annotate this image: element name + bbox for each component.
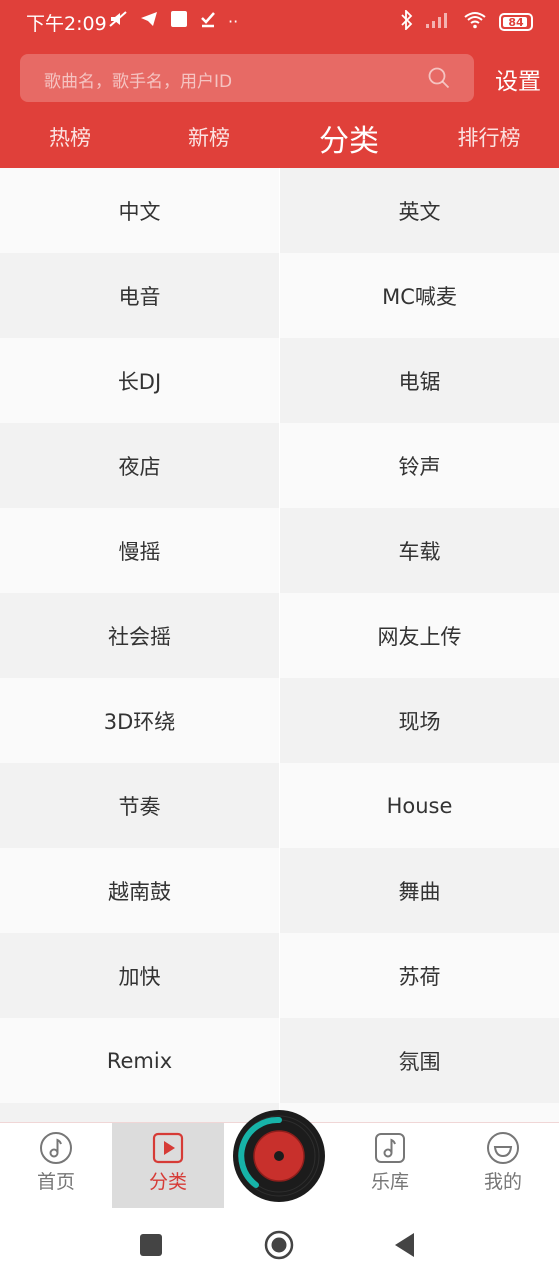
tab-ranking[interactable]: 排行榜 xyxy=(458,122,521,152)
search-input[interactable]: 歌曲名，歌手名，用户ID xyxy=(20,54,474,102)
category-long-dj[interactable]: 长DJ xyxy=(0,338,279,423)
home-button-icon[interactable] xyxy=(264,1230,294,1260)
nav-mine[interactable]: 我的 xyxy=(447,1123,559,1209)
signal-icon xyxy=(425,11,451,33)
nav-home-label: 首页 xyxy=(36,1171,75,1193)
category-soho[interactable]: 苏荷 xyxy=(280,933,559,1018)
category-vietnam-drum[interactable]: 越南鼓 xyxy=(0,848,279,933)
category-english[interactable]: 英文 xyxy=(280,168,559,253)
category-ambient[interactable]: 氛围 xyxy=(280,1018,559,1103)
system-nav-bar xyxy=(0,1208,559,1280)
category-dance[interactable]: 舞曲 xyxy=(280,848,559,933)
category-grid: 中文 英文 电音 MC喊麦 长DJ 电锯 夜店 铃声 慢摇 车载 社会摇 网友上… xyxy=(0,168,559,1122)
status-time: 下午2:09 xyxy=(26,13,107,35)
wifi-icon xyxy=(463,11,487,33)
category-social-rock[interactable]: 社会摇 xyxy=(0,593,279,678)
category-house[interactable]: House xyxy=(280,763,559,848)
recent-apps-icon[interactable] xyxy=(136,1230,166,1260)
more-dots-icon: ·· xyxy=(228,11,239,31)
status-bar: 下午2:09 ·· 84 xyxy=(0,0,559,44)
category-remix[interactable]: Remix xyxy=(0,1018,279,1103)
category-nightclub[interactable]: 夜店 xyxy=(0,423,279,508)
smile-circle-icon xyxy=(487,1132,519,1164)
telegram-icon xyxy=(140,11,158,32)
tab-new[interactable]: 新榜 xyxy=(188,122,230,152)
category-ringtone[interactable]: 铃声 xyxy=(280,423,559,508)
music-note-circle-icon xyxy=(40,1132,72,1164)
back-button-icon[interactable] xyxy=(390,1230,420,1260)
category-tabs: 热榜 新榜 分类 排行榜 xyxy=(0,112,559,168)
music-note-square-icon xyxy=(375,1133,405,1163)
vinyl-player-button[interactable] xyxy=(232,1109,326,1203)
tab-category[interactable]: 分类 xyxy=(319,116,379,160)
category-slow-rock[interactable]: 慢摇 xyxy=(0,508,279,593)
category-mc[interactable]: MC喊麦 xyxy=(280,253,559,338)
battery-level: 84 xyxy=(508,15,524,29)
category-user-upload[interactable]: 网友上传 xyxy=(280,593,559,678)
category-speed-up[interactable]: 加快 xyxy=(0,933,279,1018)
nav-library[interactable]: 乐库 xyxy=(334,1123,446,1209)
nav-home[interactable]: 首页 xyxy=(0,1123,112,1209)
settings-button[interactable]: 设置 xyxy=(495,62,541,96)
nav-library-label: 乐库 xyxy=(370,1171,409,1193)
category-edm[interactable]: 电音 xyxy=(0,253,279,338)
category-rhythm[interactable]: 节奏 xyxy=(0,763,279,848)
nav-category-label: 分类 xyxy=(148,1171,187,1193)
search-placeholder: 歌曲名，歌手名，用户ID xyxy=(44,72,233,92)
app-header: 下午2:09 ·· 84 歌曲名，歌手名，用户ID 设置 热榜 新榜 分类 排行… xyxy=(0,0,559,168)
category-chainsaw[interactable]: 电锯 xyxy=(280,338,559,423)
nav-mine-label: 我的 xyxy=(483,1171,522,1193)
download-check-icon xyxy=(200,10,216,33)
category-3d[interactable]: 3D环绕 xyxy=(0,678,279,763)
category-car[interactable]: 车载 xyxy=(280,508,559,593)
category-chinese[interactable]: 中文 xyxy=(0,168,279,253)
battery-icon: 84 xyxy=(499,13,533,31)
play-square-icon xyxy=(152,1132,184,1164)
app-square-icon xyxy=(170,10,188,33)
search-icon[interactable] xyxy=(428,67,450,89)
category-live[interactable]: 现场 xyxy=(280,678,559,763)
tab-hot[interactable]: 热榜 xyxy=(49,122,91,152)
bluetooth-icon xyxy=(401,8,413,34)
nav-category[interactable]: 分类 xyxy=(112,1123,224,1209)
mute-icon xyxy=(108,10,128,33)
